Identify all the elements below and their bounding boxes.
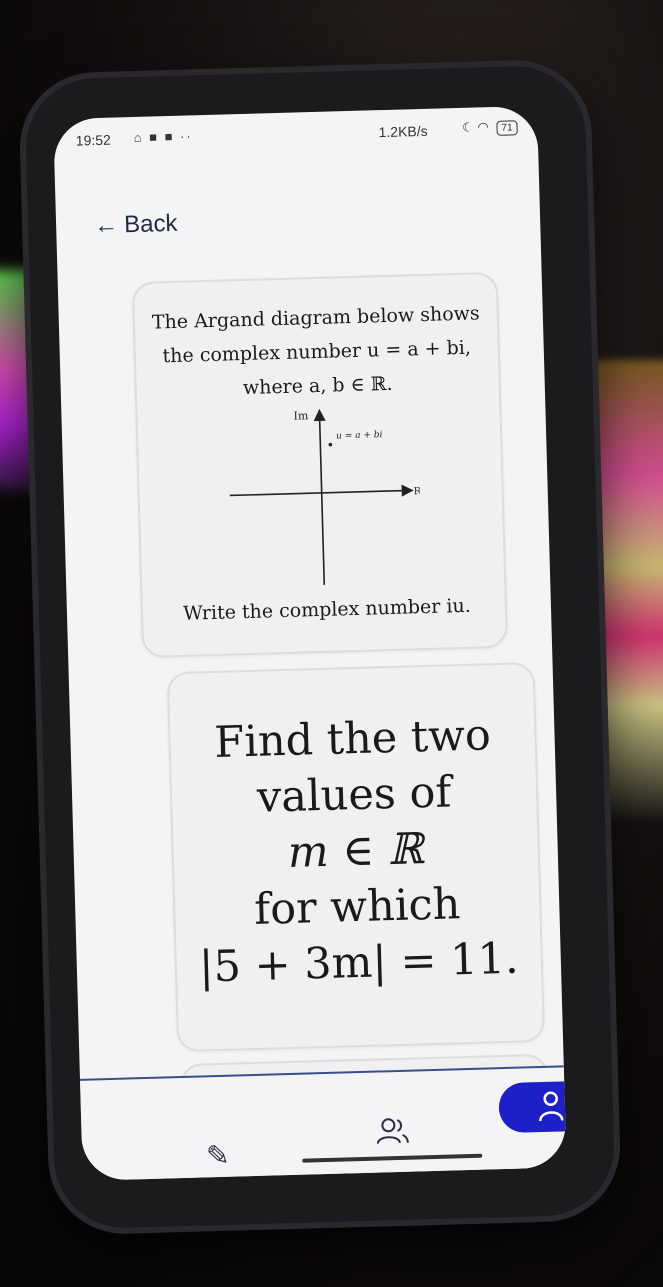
status-icons: ☾ ◠ 71 bbox=[462, 118, 518, 137]
imaginary-axis bbox=[318, 418, 326, 585]
back-label: Back bbox=[123, 209, 178, 239]
bottom-navigation: ✎ bbox=[79, 1065, 567, 1181]
im-label: Im bbox=[293, 409, 309, 422]
point-u bbox=[328, 442, 333, 447]
back-button[interactable]: ← Back bbox=[94, 210, 178, 240]
status-bar: 19:52 ⌂ ■ ■ ·· 1.2KB/s ☾ ◠ 71 bbox=[53, 106, 538, 163]
question-text: Find the two values of m ∈ ℝ for which |… bbox=[180, 706, 532, 995]
phone-frame: 19:52 ⌂ ■ ■ ·· 1.2KB/s ☾ ◠ 71 ← Back The… bbox=[24, 64, 616, 1230]
battery-icon: 71 bbox=[496, 120, 518, 136]
re-label: Re bbox=[414, 486, 423, 497]
question-prompt: Write the complex number iu. bbox=[182, 594, 472, 625]
profile-tab[interactable] bbox=[498, 1080, 567, 1134]
question-line: Find the two bbox=[213, 710, 492, 768]
question-line: values of bbox=[256, 767, 452, 823]
argand-diagram: Im Re u = a + bi bbox=[229, 408, 423, 585]
question-text: The Argand diagram below shows the compl… bbox=[148, 296, 485, 407]
pencil-icon[interactable]: ✎ bbox=[206, 1139, 230, 1173]
app-screen: 19:52 ⌂ ■ ■ ·· 1.2KB/s ☾ ◠ 71 ← Back The… bbox=[53, 105, 567, 1181]
wifi-icon: ◠ bbox=[477, 119, 489, 135]
notification-icons: ⌂ ■ ■ ·· bbox=[133, 128, 193, 146]
real-axis bbox=[229, 489, 402, 497]
question-line: |5 + 3m| = 11. bbox=[198, 933, 520, 993]
question-line: for which bbox=[253, 879, 461, 935]
status-time: 19:52 bbox=[75, 131, 112, 149]
question-card[interactable]: The Argand diagram below shows the compl… bbox=[131, 271, 509, 658]
arrow-left-icon: ← bbox=[93, 211, 119, 240]
imaginary-axis-arrow bbox=[313, 408, 326, 422]
people-icon[interactable] bbox=[375, 1116, 410, 1152]
point-label: u = a + bi bbox=[336, 430, 383, 441]
profile-icon bbox=[539, 1091, 564, 1122]
question-card[interactable]: Find the two values of m ∈ ℝ for which |… bbox=[166, 662, 546, 1053]
real-axis-arrow bbox=[401, 484, 414, 497]
question-line: m ∈ ℝ bbox=[287, 824, 425, 878]
network-speed: 1.2KB/s bbox=[378, 122, 428, 141]
moon-icon: ☾ bbox=[461, 119, 475, 135]
